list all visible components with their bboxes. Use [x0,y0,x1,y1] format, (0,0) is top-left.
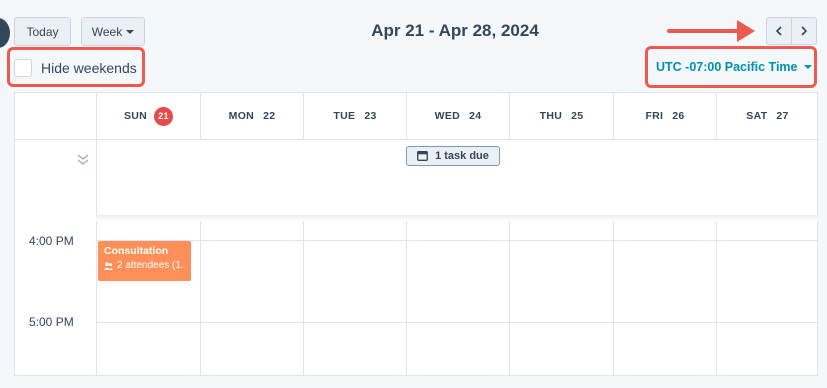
chevron-left-icon [775,26,782,36]
collapse-all-day-icon[interactable] [76,153,90,167]
chevron-right-icon [801,26,808,36]
day-number: 23 [364,110,377,122]
hide-weekends-label[interactable]: Hide weekends [41,60,137,76]
previous-week-button[interactable] [766,17,792,45]
view-select-label: Week [91,24,123,39]
column-divider [613,221,614,376]
hour-line [96,322,818,323]
column-divider [509,221,510,376]
day-name: THU [539,110,563,122]
day-number: 25 [571,110,584,122]
column-divider [406,221,407,376]
timezone-label: UTC -07:00 Pacific Time [656,60,798,74]
event-attendees-label: 2 attendees (1... [117,260,185,271]
day-name: WED [434,110,461,122]
timezone-select[interactable]: UTC -07:00 Pacific Time [656,60,812,74]
hide-weekends-checkbox[interactable] [14,59,32,77]
event-attendees: 2 attendees (1... [104,260,185,271]
hour-line [96,240,818,241]
view-select-button[interactable]: Week [81,17,145,46]
column-divider [716,221,717,376]
task-due-label: 1 task due [435,150,489,162]
day-number: 27 [776,110,789,122]
all-day-shadow [96,215,818,221]
task-due-chip[interactable]: 1 task due [406,146,500,166]
column-divider [303,221,304,376]
avatar [0,18,10,48]
day-number: 26 [672,110,685,122]
task-icon [417,151,429,161]
gutter-divider [96,93,97,376]
day-name: SAT [746,110,768,122]
day-header-fri[interactable]: FRI 26 [613,93,716,139]
time-label: 4:00 PM [29,234,74,248]
day-header-tue[interactable]: TUE 23 [303,93,406,139]
day-number: 24 [469,110,482,122]
day-header-thu[interactable]: THU 25 [509,93,613,139]
time-label: 5:00 PM [29,315,74,329]
day-header-row: SUN 21 MON 22 TUE 23 WED 24 THU 25 FRI 26 SAT… [15,93,819,140]
event-title: Consultation [104,245,169,257]
today-badge: 21 [154,106,174,126]
calendar-grid: SUN 21 MON 22 TUE 23 WED 24 THU 25 FRI 26 SAT… [14,92,819,376]
today-button-label: Today [26,24,59,39]
column-divider [200,221,201,376]
day-name: FRI [645,110,664,122]
attendees-icon [104,261,113,270]
caret-down-icon [803,65,812,69]
day-header-mon[interactable]: MON 22 [200,93,303,139]
day-name: SUN [123,110,148,122]
day-header-sat[interactable]: SAT 27 [716,93,818,139]
next-week-button[interactable] [791,17,817,45]
arrow-annotation-icon [667,20,755,42]
calendar-event[interactable]: Consultation 2 attendees (1... [98,241,191,281]
day-name: MON [228,110,255,122]
date-range-title: Apr 21 - Apr 28, 2024 [371,21,539,40]
day-number: 22 [263,110,276,122]
day-header-sun[interactable]: SUN 21 [96,93,200,139]
caret-down-icon [126,29,135,34]
day-name: TUE [333,110,356,122]
day-header-wed[interactable]: WED 24 [406,93,509,139]
today-button[interactable]: Today [14,17,71,46]
